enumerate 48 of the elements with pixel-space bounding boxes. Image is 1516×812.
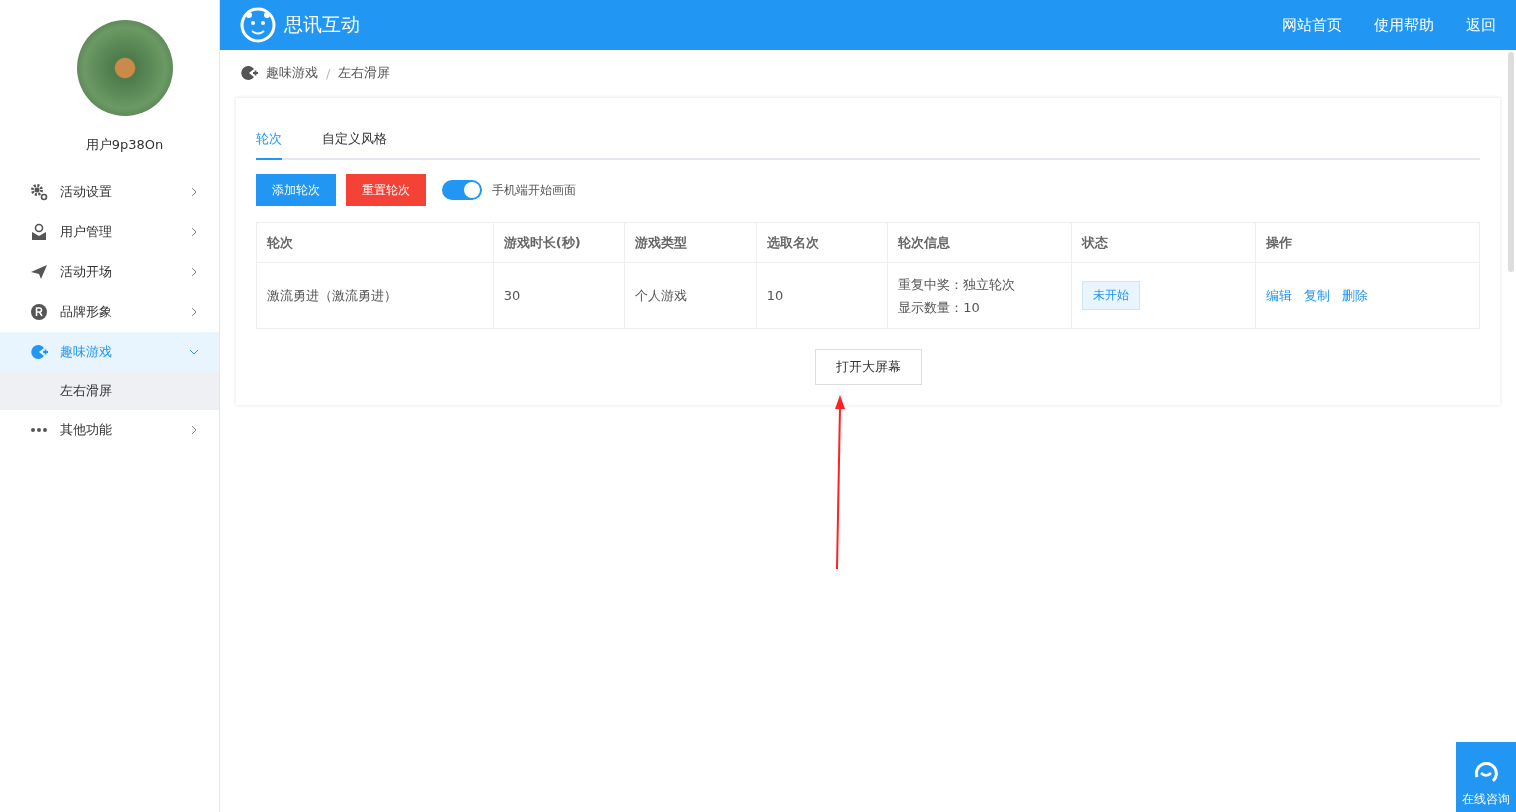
round-info-line: 显示数量：10 xyxy=(898,298,981,317)
action-link[interactable]: 复制 xyxy=(1304,287,1331,303)
action-link[interactable]: 删除 xyxy=(1342,287,1369,303)
column-header: 轮次 xyxy=(256,222,494,263)
sidebar-item[interactable]: 趣味游戏 xyxy=(0,332,219,372)
sidebar-item[interactable]: 品牌形象 xyxy=(0,292,219,332)
table-cell: 10 xyxy=(756,262,888,329)
column-header: 状态 xyxy=(1071,222,1256,263)
column-header: 游戏类型 xyxy=(624,222,757,263)
column-header: 操作 xyxy=(1255,222,1480,263)
header-link[interactable]: 网站首页 xyxy=(1282,15,1342,35)
game-icon xyxy=(30,343,48,361)
action-link[interactable]: 编辑 xyxy=(1266,287,1293,303)
breadcrumb-item: 左右滑屏 xyxy=(338,64,391,82)
paper-plane-icon xyxy=(30,263,48,281)
breadcrumb-item[interactable]: 趣味游戏 xyxy=(266,64,318,82)
table-cell: 30 xyxy=(493,262,625,329)
header-link[interactable]: 返回 xyxy=(1466,15,1496,35)
reset-button[interactable]: 重置轮次 xyxy=(346,174,426,206)
column-header: 选取名次 xyxy=(756,222,888,263)
online-consult-button[interactable]: 在线咨询 xyxy=(1456,742,1516,812)
status-tag: 未开始 xyxy=(1082,281,1141,310)
brand-name: 思讯互动 xyxy=(284,12,360,37)
bear-logo-icon xyxy=(240,7,276,43)
game-icon xyxy=(240,64,258,82)
round-info-line: 重复中奖：独立轮次 xyxy=(898,275,1017,294)
gears-icon xyxy=(30,183,48,201)
sidebar-item[interactable]: 用户管理 xyxy=(0,212,219,252)
sidebar-item[interactable]: 活动开场 xyxy=(0,252,219,292)
add-button[interactable]: 添加轮次 xyxy=(256,174,336,206)
more-icon xyxy=(30,427,48,433)
sidebar-subitem[interactable]: 左右滑屏 xyxy=(0,372,219,410)
toggle-switch[interactable] xyxy=(442,180,482,200)
open-screen-button[interactable]: 打开大屏幕 xyxy=(814,349,922,385)
column-header: 轮次信息 xyxy=(887,222,1072,263)
tab[interactable]: 自定义风格 xyxy=(322,126,387,160)
breadcrumb-separator: / xyxy=(326,65,331,81)
sidebar-item[interactable]: 活动设置 xyxy=(0,172,219,212)
user-icon xyxy=(30,223,48,241)
table-cell: 激流勇进（激流勇进） xyxy=(256,262,494,329)
table-cell: 个人游戏 xyxy=(624,262,757,329)
toggle-label: 手机端开始画面 xyxy=(492,181,576,199)
username: 用户9p38On xyxy=(85,136,164,154)
registered-icon xyxy=(30,303,48,321)
tab[interactable]: 轮次 xyxy=(256,126,282,160)
sidebar-item[interactable]: 其他功能 xyxy=(0,410,219,450)
column-header: 游戏时长(秒) xyxy=(493,222,625,263)
header-link[interactable]: 使用帮助 xyxy=(1374,15,1434,35)
